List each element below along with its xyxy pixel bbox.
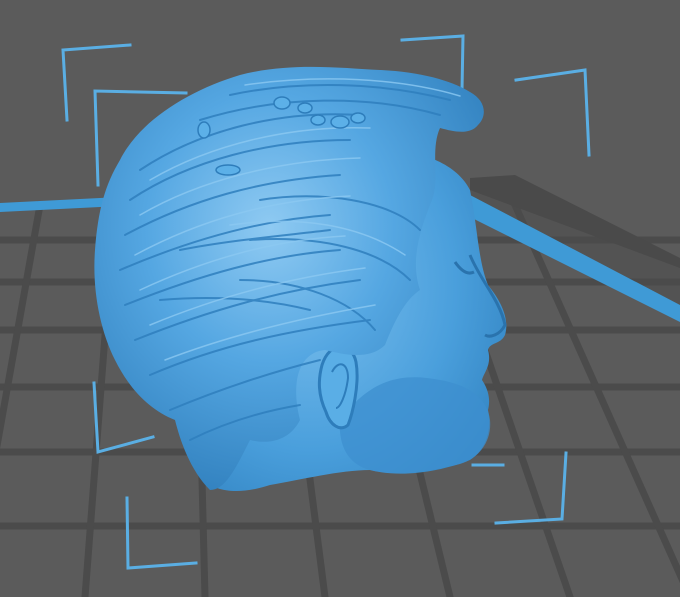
head-bust-model-icon[interactable] xyxy=(94,66,507,492)
bracket-top-right-front xyxy=(514,68,591,157)
3d-viewport[interactable] xyxy=(0,0,680,597)
bracket-bottom-left-front xyxy=(125,496,198,570)
